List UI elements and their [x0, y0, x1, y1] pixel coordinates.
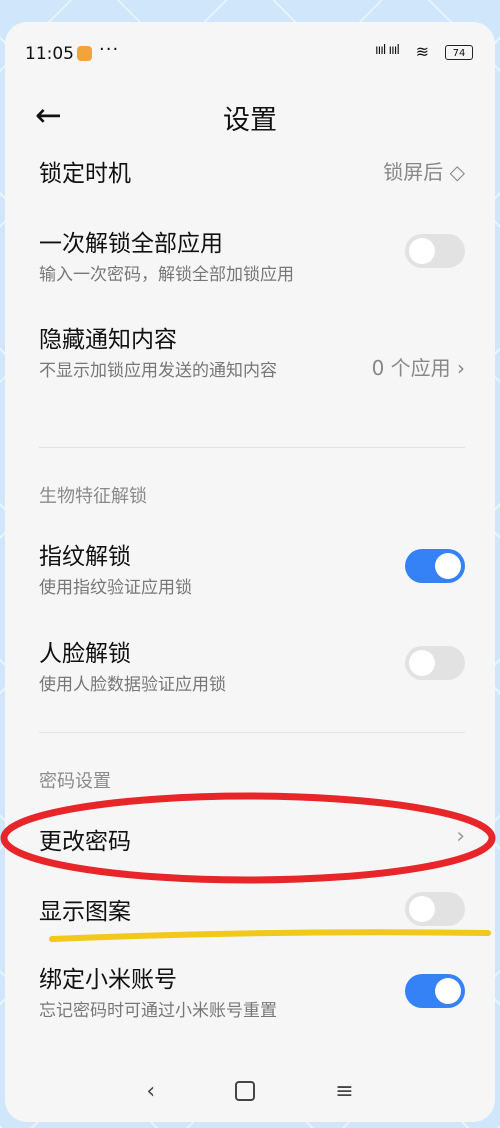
section-divider: [39, 732, 465, 733]
fingerprint-row: 指纹解锁 使用指纹验证应用锁: [39, 537, 465, 603]
page-title: 设置: [223, 105, 277, 136]
more-notifications-icon: ···: [99, 39, 120, 60]
section-divider: [39, 447, 465, 448]
biometric-section-title: 生物特征解锁: [39, 486, 147, 507]
password-section-title: 密码设置: [39, 771, 111, 792]
bind-mi-account-label: 绑定小米账号: [39, 967, 177, 993]
toggle-knob: [435, 978, 461, 1004]
face-unlock-toggle[interactable]: [405, 646, 465, 680]
bind-mi-account-row: 绑定小米账号 忘记密码时可通过小米账号重置: [39, 960, 465, 1026]
unlock-all-label: 一次解锁全部应用: [39, 231, 223, 257]
system-nav-bar: ‹ ≡: [5, 1060, 495, 1122]
status-bar: 11:05 ··· ıııl ıııl ≋ 74: [5, 22, 495, 84]
toggle-knob: [409, 650, 435, 676]
show-pattern-row: 显示图案: [39, 892, 465, 928]
face-unlock-label: 人脸解锁: [39, 641, 131, 667]
unlock-all-row: 一次解锁全部应用 输入一次密码，解锁全部加锁应用: [39, 224, 465, 290]
fingerprint-description: 使用指纹验证应用锁: [39, 578, 192, 598]
unlock-all-description: 输入一次密码，解锁全部加锁应用: [39, 265, 294, 285]
toggle-knob: [435, 553, 461, 579]
page-header: ← 设置: [5, 84, 495, 154]
hide-notifications-count: 0 个应用 ›: [371, 356, 465, 380]
change-password-row[interactable]: 更改密码 ›: [39, 822, 465, 858]
hide-notifications-description: 不显示加锁应用发送的通知内容: [39, 361, 277, 381]
wifi-icon: ≋: [415, 42, 429, 61]
signal-icon: ıııl ıııl: [374, 43, 400, 58]
show-pattern-label: 显示图案: [39, 899, 131, 925]
hide-notifications-label: 隐藏通知内容: [39, 327, 177, 353]
battery-icon: 74: [445, 45, 473, 60]
status-time: 11:05: [25, 44, 74, 64]
face-unlock-description: 使用人脸数据验证应用锁: [39, 675, 226, 695]
face-unlock-row: 人脸解锁 使用人脸数据验证应用锁: [39, 634, 465, 700]
lock-timing-row[interactable]: 锁定时机 锁屏后 ◇: [39, 154, 465, 188]
fingerprint-toggle[interactable]: [405, 549, 465, 583]
unlock-all-toggle[interactable]: [405, 234, 465, 268]
lock-timing-value[interactable]: 锁屏后 ◇: [383, 156, 465, 185]
phone-screen: 11:05 ··· ıııl ıııl ≋ 74 ← 设置 锁定时机 锁屏后 ◇…: [5, 22, 495, 1122]
nav-home-icon[interactable]: [235, 1081, 256, 1101]
toggle-knob: [409, 896, 435, 922]
nav-back-icon[interactable]: ‹: [146, 1079, 155, 1104]
show-pattern-toggle[interactable]: [405, 892, 465, 926]
fingerprint-label: 指纹解锁: [39, 544, 131, 570]
change-password-label: 更改密码: [39, 829, 131, 855]
bind-mi-account-toggle[interactable]: [405, 974, 465, 1008]
chevron-right-icon: ›: [456, 824, 465, 849]
toggle-knob: [409, 238, 435, 264]
hide-notifications-row[interactable]: 隐藏通知内容 不显示加锁应用发送的通知内容 0 个应用 ›: [39, 320, 465, 416]
bind-mi-account-description: 忘记密码时可通过小米账号重置: [39, 1001, 277, 1021]
notification-app-icon: [77, 46, 92, 61]
nav-menu-icon[interactable]: ≡: [335, 1079, 353, 1104]
